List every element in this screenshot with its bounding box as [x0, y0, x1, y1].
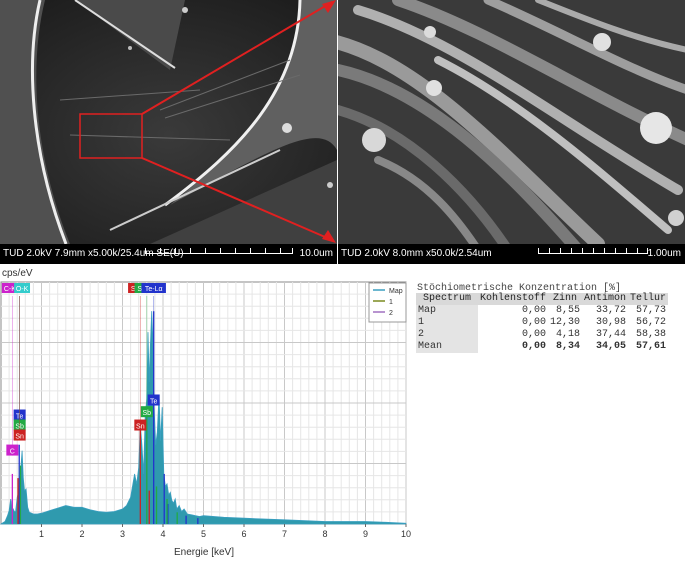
x-tick-label: 9	[363, 529, 368, 539]
quant-row-label: 2	[416, 329, 478, 341]
scale-bar	[538, 248, 648, 254]
sem-params: TUD 2.0kV 8.0mm x50.0k/2.54um	[341, 248, 492, 259]
quant-cell: 58,38	[636, 329, 667, 340]
quant-header-cell: Spectrum	[416, 293, 478, 305]
quant-row-label: 1	[416, 317, 478, 329]
quant-cell: 0,00	[522, 341, 547, 352]
x-tick-label: 3	[120, 529, 125, 539]
y-axis-label: cps/eV	[2, 268, 33, 279]
quant-cell: 8,34	[556, 341, 581, 352]
sem-overview-drawing	[0, 0, 337, 244]
quant-cell: 12,30	[550, 317, 581, 328]
scale-bar	[145, 248, 293, 254]
quant-row: Map 0,00 8,55 33,72 57,73	[416, 305, 668, 317]
quant-row: Mean 0,00 8,34 34,05 57,61	[416, 341, 668, 353]
quant-cell: 30,98	[596, 317, 627, 328]
quant-table: Spectrum Kohlenstoff Zinn Antimon Tellur Map…	[416, 293, 669, 353]
x-tick-label: 5	[201, 529, 206, 539]
x-tick-label: 1	[39, 529, 44, 539]
scale-label: 10.0um	[299, 248, 333, 259]
x-axis-label: Energie [keV]	[174, 547, 234, 558]
sem-databar-zoom: TUD 2.0kV 8.0mm x50.0k/2.54um 1.00um	[338, 244, 685, 264]
peak-marker-label: Sn	[15, 434, 24, 441]
x-tick-label: 6	[241, 529, 246, 539]
sem-zoom-drawing	[338, 0, 685, 244]
quant-header-cell: Tellur	[628, 293, 669, 305]
legend: Map 1 2	[368, 282, 407, 323]
quant-cell: 8,55	[556, 305, 581, 316]
legend-label: 2	[389, 310, 393, 317]
scale-label: 1.00um	[647, 248, 681, 259]
quant-cell: 0,00	[522, 317, 547, 328]
quant-cell: 56,72	[636, 317, 667, 328]
quant-cell: 0,00	[522, 329, 547, 340]
peak-marker-label: C	[10, 449, 15, 456]
quant-header-cell: Antimon	[582, 293, 629, 305]
quant-cell: 57,73	[636, 305, 667, 316]
legend-label: Map	[389, 288, 403, 295]
x-tick-label: 8	[322, 529, 327, 539]
x-tick-label: 7	[282, 529, 287, 539]
sem-params: TUD 2.0kV 7.9mm x5.00k/25.4um SE(U)	[3, 248, 184, 259]
x-tick-label: 2	[79, 529, 84, 539]
peak-marker-label: Sn	[136, 424, 145, 431]
quant-cell: 34,05	[596, 341, 627, 352]
grid	[1, 282, 407, 524]
quant-cell: 37,44	[596, 329, 627, 340]
peak-marker-label: Sb	[143, 410, 152, 417]
quant-cell: 33,72	[596, 305, 627, 316]
quant-row-label: Map	[416, 305, 478, 317]
quant-cell: 4,18	[556, 329, 581, 340]
top-line-label: O-K	[16, 286, 29, 293]
quant-row: 1 0,00 12,30 30,98 56,72	[416, 317, 668, 329]
sem-image-overview	[0, 0, 337, 244]
quant-cell: 57,61	[636, 341, 667, 352]
quant-header-row: Spectrum Kohlenstoff Zinn Antimon Tellur	[416, 293, 669, 305]
quant-header-cell: Zinn	[548, 293, 583, 305]
quant-cell: 0,00	[522, 305, 547, 316]
top-line-label: Te-Lα	[145, 286, 163, 293]
sem-image-zoom	[338, 0, 685, 244]
quant-header-cell: Kohlenstoff	[478, 293, 549, 305]
quant-row: 2 0,00 4,18 37,44 58,38	[416, 329, 668, 341]
x-tick-label: 10	[401, 529, 411, 539]
peak-marker-label: Te	[150, 398, 158, 405]
x-tick-label: 4	[160, 529, 165, 539]
legend-label: 1	[389, 299, 393, 306]
sem-databar-overview: TUD 2.0kV 7.9mm x5.00k/25.4um SE(U) 10.0…	[0, 244, 337, 264]
edx-spectrum-chart: cps/eV TeSbSnCTeSbSn C-KαO-KSn-LαSb-LαTe…	[0, 268, 411, 558]
quant-row-label: Mean	[416, 341, 478, 353]
